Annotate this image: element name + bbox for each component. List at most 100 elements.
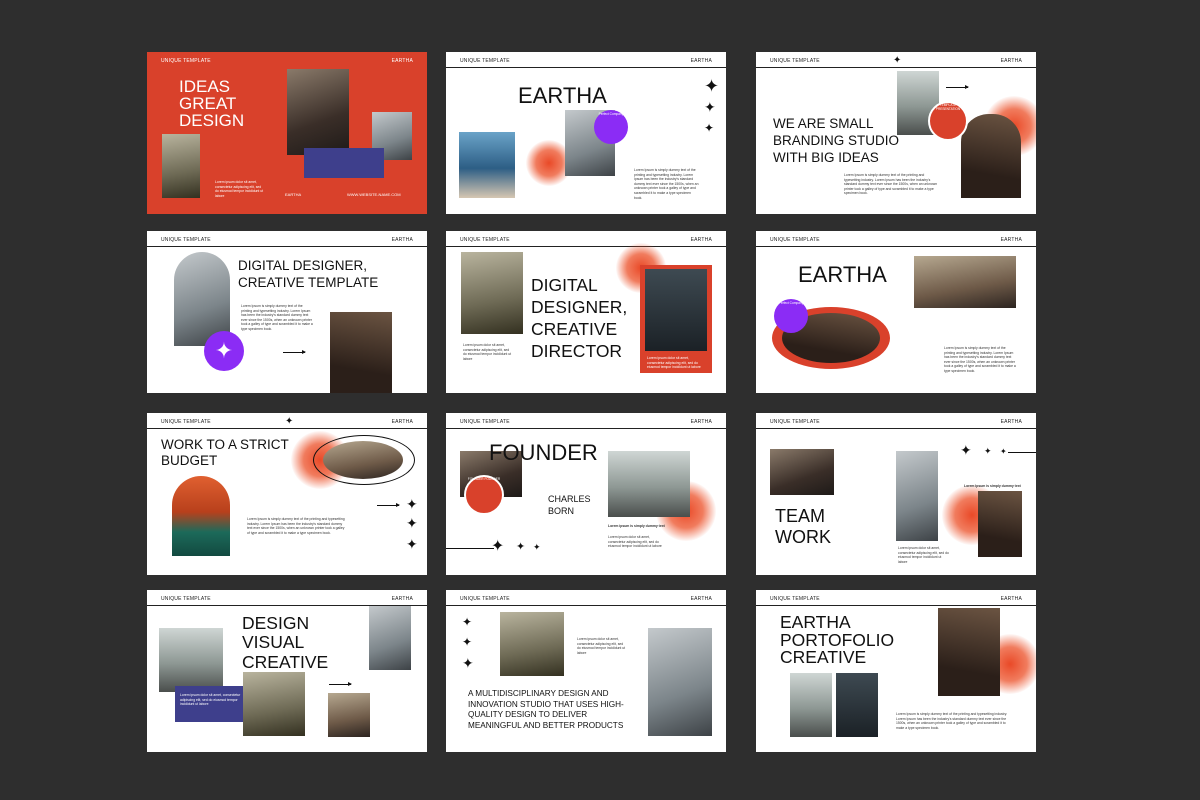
man-portrait-photo (914, 256, 1016, 308)
header-right: EARTHA (1000, 237, 1022, 243)
header-right: EARTHA (1000, 58, 1022, 64)
header-left: UNIQUE TEMPLATE (460, 237, 510, 243)
man-photo-2 (836, 673, 878, 737)
slide-5[interactable]: UNIQUE TEMPLATE EARTHA Lorem ipsum dolor… (446, 231, 726, 393)
arrow-right-icon (283, 350, 306, 354)
sparkle-star-icon: ✦ (1000, 447, 1007, 456)
sparkle-star-icon: ✦ (984, 446, 992, 456)
team-photo-1 (770, 449, 834, 495)
header-left: UNIQUE TEMPLATE (161, 237, 211, 243)
slide-3[interactable]: UNIQUE TEMPLATE EARTHA ✦ WE ARE SMALL BR… (756, 52, 1036, 214)
body-text: Lorem ipsum dolor sit amet, consectetur … (463, 343, 512, 361)
palm-street-photo (461, 252, 523, 334)
header-left: UNIQUE TEMPLATE (770, 419, 820, 425)
sparkle-star-icon: ✦ (704, 99, 716, 115)
slide-11[interactable]: UNIQUE TEMPLATE EARTHA ✦ ✦ ✦ Lorem ipsum… (446, 590, 726, 752)
header-left: UNIQUE TEMPLATE (161, 419, 211, 425)
divider (1008, 452, 1036, 453)
sparkle-star-icon: ✦ (406, 515, 418, 531)
slide-4[interactable]: UNIQUE TEMPLATE EARTHA ✦ DIGITAL DESIGNE… (147, 231, 427, 393)
body-text: Lorem ipsum dolor sit amet, consectetur … (577, 637, 626, 655)
sparkle-star-icon: ✦ (406, 536, 418, 552)
header-left: UNIQUE TEMPLATE (770, 596, 820, 602)
divider (756, 428, 1036, 429)
header-left: UNIQUE TEMPLATE (161, 58, 211, 64)
sparkle-star-icon: ✦ (462, 635, 473, 649)
slide-title: A MULTIDISCIPLINARY DESIGN AND INNOVATIO… (468, 689, 624, 730)
slide-title: TEAM WORK (775, 506, 831, 547)
body-text: Lorem Ipsum is simply dummy text of the … (896, 712, 1008, 730)
man-photo-1 (790, 673, 832, 737)
team-photo-3 (978, 491, 1022, 557)
sparkle-star-icon: ✦ (406, 496, 418, 512)
header-right: EARTHA (391, 237, 413, 243)
body-text: Lorem Ipsum is simply dummy text of the … (944, 346, 1016, 373)
man-portrait-photo (961, 114, 1021, 198)
slide-10[interactable]: UNIQUE TEMPLATE EARTHA Lorem ipsum dolor… (147, 590, 427, 752)
founder-name: CHARLES BORN (548, 494, 591, 516)
arrow-right-icon (329, 682, 352, 686)
divider (147, 246, 427, 247)
photo-caption: Lorem Ipsum is simply dummy text (964, 484, 1021, 488)
sparkle-star-icon: ✦ (960, 442, 972, 458)
standing-man-photo (369, 606, 411, 670)
slide-title: EARTHA PORTOFOLIO CREATIVE (780, 612, 895, 667)
slide-title: WE ARE SMALL BRANDING STUDIO WITH BIG ID… (773, 116, 900, 165)
sparkle-star-icon: ✦ (516, 541, 526, 553)
slide-2[interactable]: UNIQUE TEMPLATE EARTHA EARTHA Perfect Co… (446, 52, 726, 214)
footer-brand: EARTHA (285, 192, 302, 197)
body-text: Lorem Ipsum is simply dummy text of the … (634, 168, 699, 200)
divider (446, 605, 726, 606)
body-text: Lorem Ipsum is simply dummy text of the … (844, 173, 938, 196)
body-text: Lorem ipsum dolor sit amet, consectetur … (215, 180, 264, 198)
slide-12[interactable]: UNIQUE TEMPLATE EARTHA EARTHA PORTOFOLIO… (756, 590, 1036, 752)
building-photo (159, 628, 223, 692)
header-right: EARTHA (690, 419, 712, 425)
divider (446, 548, 494, 549)
oval-photo (323, 441, 403, 479)
arched-photo (172, 476, 230, 556)
slide-title: DESIGN VISUAL CREATIVE (242, 613, 329, 672)
sparkle-star-icon: ✦ (285, 416, 294, 427)
divider (147, 428, 427, 429)
caption-box (304, 148, 384, 178)
sparkle-star-icon: ✦ (462, 655, 474, 671)
sparkle-star-icon: ✦ (462, 615, 473, 629)
body-text: Lorem Ipsum is simply dummy text of the … (247, 517, 345, 535)
slide-6[interactable]: UNIQUE TEMPLATE EARTHA EARTHA Perfect Co… (756, 231, 1036, 393)
sparkle-star-icon: ✦ (214, 338, 234, 363)
photo-caption: Lorem ipsum is simply dummy text (608, 524, 665, 528)
body-text: Lorem Ipsum is simply dummy text of the … (241, 304, 313, 331)
header-right: EARTHA (690, 58, 712, 64)
portrait-photo (287, 69, 349, 155)
header-right: EARTHA (391, 58, 413, 64)
slide-7[interactable]: UNIQUE TEMPLATE EARTHA ✦ WORK TO A STRIC… (147, 413, 427, 575)
header-right: EARTHA (690, 596, 712, 602)
slide-title: DIGITAL DESIGNER, CREATIVE TEMPLATE (238, 258, 379, 290)
presentation-seal: TEMPLATE PRESENTATION (928, 101, 968, 141)
slide-1[interactable]: UNIQUE TEMPLATE EARTHA IDEAS GREAT DESIG… (147, 52, 427, 214)
slide-title: DIGITAL DESIGNER, CREATIVE DIRECTOR (531, 275, 628, 361)
slide-8[interactable]: UNIQUE TEMPLATE EARTHA FOUNDER FOUNDER F… (446, 413, 726, 575)
curly-man-photo (938, 608, 1000, 696)
divider (446, 67, 726, 68)
divider (756, 246, 1036, 247)
header-left: UNIQUE TEMPLATE (770, 237, 820, 243)
body-text: Lorem ipsum dolor sit amet, consectetur … (898, 546, 949, 564)
header-left: UNIQUE TEMPLATE (460, 58, 510, 64)
founder-seal: FOUNDER FOUNDER (464, 475, 504, 515)
divider (756, 605, 1036, 606)
sparkle-star-icon: ✦ (491, 538, 505, 555)
sparkle-star-icon: ✦ (893, 55, 902, 66)
header-right: EARTHA (1000, 419, 1022, 425)
man-jacket-photo (243, 672, 305, 736)
arrow-right-icon (377, 503, 400, 507)
header-left: UNIQUE TEMPLATE (460, 596, 510, 602)
header-right: EARTHA (391, 596, 413, 602)
pink-sweater-photo (648, 628, 712, 736)
man-small-photo (328, 693, 370, 737)
team-photo-2 (896, 451, 938, 541)
slide-9[interactable]: UNIQUE TEMPLATE EARTHA ✦ ✦ ✦ TEAM WORK L… (756, 413, 1036, 575)
frame-caption: Lorem ipsum dolor sit amet, consectetur … (647, 356, 701, 370)
slide-title: EARTHA (518, 83, 607, 108)
